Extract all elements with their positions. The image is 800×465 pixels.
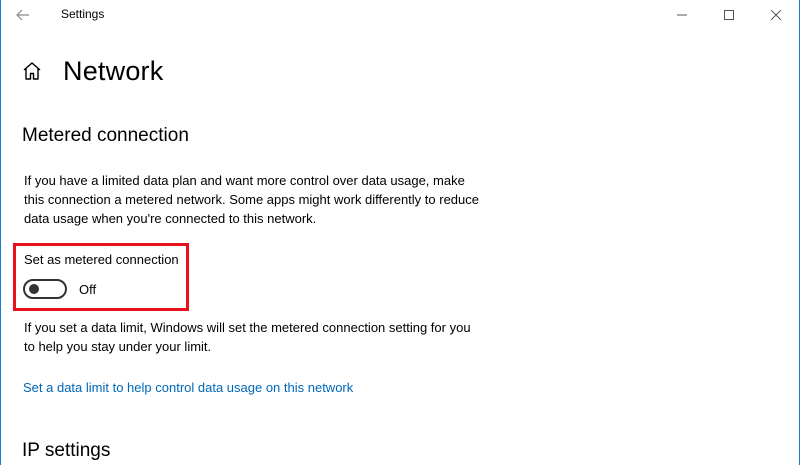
metered-toggle-switch[interactable] [23, 279, 67, 299]
page-header: Network [21, 53, 163, 89]
metered-toggle-label: Set as metered connection [24, 252, 179, 267]
minimize-button[interactable] [658, 0, 705, 30]
maximize-button[interactable] [705, 0, 752, 30]
maximize-icon [723, 10, 734, 20]
toggle-state-label: Off [79, 281, 97, 297]
title-bar: Settings [1, 0, 799, 30]
data-limit-note: If you set a data limit, Windows will se… [24, 320, 471, 354]
toggle-knob [29, 284, 39, 294]
window-controls [658, 0, 799, 30]
window-title: Settings [61, 7, 105, 21]
metered-section-title: Metered connection [22, 125, 189, 146]
set-data-limit-link[interactable]: Set a data limit to help control data us… [23, 380, 353, 395]
close-button[interactable] [752, 0, 799, 30]
settings-window: Settings Network Metered connection If y… [0, 0, 800, 465]
metered-description: If you have a limited data plan and want… [24, 173, 479, 226]
minimize-icon [676, 14, 687, 16]
back-button[interactable] [1, 0, 45, 30]
page-title: Network [63, 55, 164, 86]
back-arrow-icon [16, 9, 29, 21]
ip-settings-title: IP settings [22, 440, 111, 461]
close-icon [770, 10, 781, 20]
metered-toggle-row: Off [23, 279, 96, 299]
home-icon[interactable] [21, 59, 45, 83]
